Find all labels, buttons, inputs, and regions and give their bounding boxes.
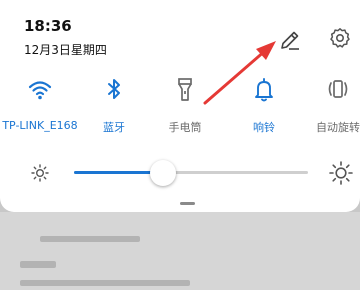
background-notification <box>0 212 360 290</box>
flashlight-icon <box>173 76 197 104</box>
tile-wifi[interactable]: TP-LINK_E168 <box>2 76 78 138</box>
auto-rotate-icon <box>326 76 350 104</box>
tile-wifi-label: TP-LINK_E168 <box>2 119 78 132</box>
panel-drag-handle[interactable] <box>180 202 195 205</box>
clock-time: 18:36 <box>24 17 72 35</box>
gear-icon[interactable] <box>328 26 352 50</box>
tile-auto-rotate-label: 自动旋转 <box>316 121 360 134</box>
wifi-icon <box>28 76 52 104</box>
tile-bluetooth-label: 蓝牙 <box>103 121 125 134</box>
tile-ringer[interactable]: 响铃 <box>232 76 296 138</box>
brightness-high-icon <box>329 161 353 185</box>
tile-flashlight[interactable]: 手电筒 <box>153 76 217 138</box>
tile-flashlight-label: 手电筒 <box>168 121 202 134</box>
tile-auto-rotate[interactable]: 自动旋转 <box>306 76 360 138</box>
tile-bluetooth[interactable]: 蓝牙 <box>82 76 146 138</box>
clock-date: 12月3日星期四 <box>24 43 107 57</box>
quick-settings-panel: 18:36 12月3日星期四 TP-LINK_E168 蓝牙 手电筒 响铃 自动… <box>0 0 360 212</box>
pencil-icon[interactable] <box>278 28 302 52</box>
brightness-thumb[interactable] <box>149 160 176 186</box>
blurred-text <box>20 280 190 286</box>
tile-ringer-label: 响铃 <box>253 121 275 134</box>
bell-icon <box>252 76 276 104</box>
brightness-low-icon <box>31 164 49 182</box>
brightness-slider[interactable] <box>74 171 308 174</box>
blurred-text <box>20 261 56 268</box>
bluetooth-icon <box>102 76 126 104</box>
blurred-text <box>40 236 140 242</box>
